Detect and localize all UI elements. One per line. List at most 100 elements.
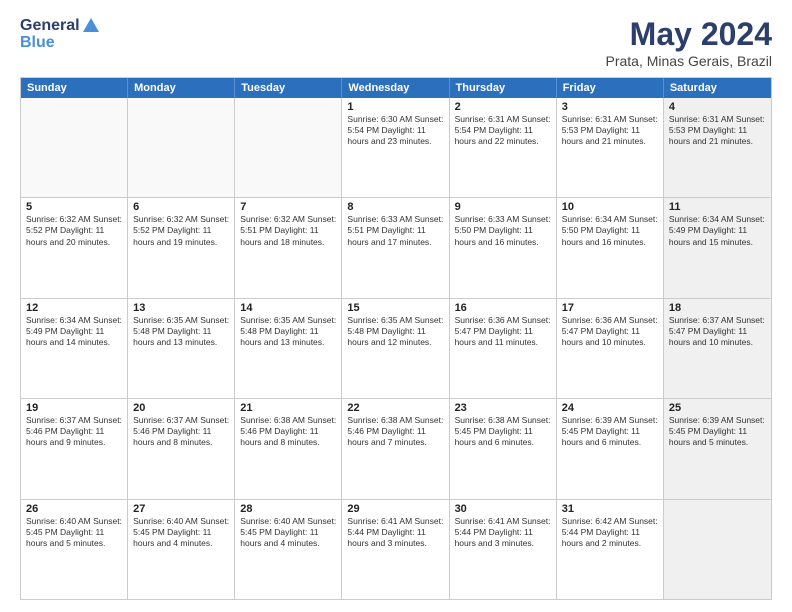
day-number: 7 [240,201,336,213]
day-number: 15 [347,302,443,314]
day-header-friday: Friday [557,78,664,98]
day-info: Sunrise: 6:39 AM Sunset: 5:45 PM Dayligh… [562,415,658,448]
day-info: Sunrise: 6:30 AM Sunset: 5:54 PM Dayligh… [347,114,443,147]
day-cell-5-2: 27Sunrise: 6:40 AM Sunset: 5:45 PM Dayli… [128,500,235,599]
day-cell-3-1: 12Sunrise: 6:34 AM Sunset: 5:49 PM Dayli… [21,299,128,398]
day-cell-2-5: 9Sunrise: 6:33 AM Sunset: 5:50 PM Daylig… [450,198,557,297]
day-cell-2-7: 11Sunrise: 6:34 AM Sunset: 5:49 PM Dayli… [664,198,771,297]
day-number: 22 [347,402,443,414]
week-row-5: 26Sunrise: 6:40 AM Sunset: 5:45 PM Dayli… [21,499,771,599]
day-info: Sunrise: 6:33 AM Sunset: 5:50 PM Dayligh… [455,214,551,247]
day-number: 18 [669,302,766,314]
day-number: 19 [26,402,122,414]
day-cell-5-3: 28Sunrise: 6:40 AM Sunset: 5:45 PM Dayli… [235,500,342,599]
logo: General Blue [20,16,102,52]
day-number: 3 [562,101,658,113]
day-cell-4-6: 24Sunrise: 6:39 AM Sunset: 5:45 PM Dayli… [557,399,664,498]
day-header-thursday: Thursday [450,78,557,98]
day-number: 2 [455,101,551,113]
day-info: Sunrise: 6:35 AM Sunset: 5:48 PM Dayligh… [347,315,443,348]
day-cell-1-6: 3Sunrise: 6:31 AM Sunset: 5:53 PM Daylig… [557,98,664,197]
day-number: 28 [240,503,336,515]
day-number: 14 [240,302,336,314]
day-header-sunday: Sunday [21,78,128,98]
day-info: Sunrise: 6:32 AM Sunset: 5:51 PM Dayligh… [240,214,336,247]
week-row-2: 5Sunrise: 6:32 AM Sunset: 5:52 PM Daylig… [21,197,771,297]
day-info: Sunrise: 6:32 AM Sunset: 5:52 PM Dayligh… [133,214,229,247]
day-cell-2-6: 10Sunrise: 6:34 AM Sunset: 5:50 PM Dayli… [557,198,664,297]
week-row-3: 12Sunrise: 6:34 AM Sunset: 5:49 PM Dayli… [21,298,771,398]
day-number: 5 [26,201,122,213]
day-number: 27 [133,503,229,515]
day-cell-2-1: 5Sunrise: 6:32 AM Sunset: 5:52 PM Daylig… [21,198,128,297]
day-info: Sunrise: 6:38 AM Sunset: 5:46 PM Dayligh… [347,415,443,448]
week-row-1: 1Sunrise: 6:30 AM Sunset: 5:54 PM Daylig… [21,98,771,197]
day-cell-3-2: 13Sunrise: 6:35 AM Sunset: 5:48 PM Dayli… [128,299,235,398]
location: Prata, Minas Gerais, Brazil [606,53,773,69]
day-number: 24 [562,402,658,414]
day-header-tuesday: Tuesday [235,78,342,98]
day-number: 20 [133,402,229,414]
day-info: Sunrise: 6:40 AM Sunset: 5:45 PM Dayligh… [240,516,336,549]
day-info: Sunrise: 6:35 AM Sunset: 5:48 PM Dayligh… [133,315,229,348]
day-info: Sunrise: 6:39 AM Sunset: 5:45 PM Dayligh… [669,415,766,448]
day-info: Sunrise: 6:37 AM Sunset: 5:46 PM Dayligh… [26,415,122,448]
day-cell-5-7 [664,500,771,599]
day-number: 21 [240,402,336,414]
month-title: May 2024 [606,16,773,53]
day-info: Sunrise: 6:41 AM Sunset: 5:44 PM Dayligh… [347,516,443,549]
day-info: Sunrise: 6:33 AM Sunset: 5:51 PM Dayligh… [347,214,443,247]
day-info: Sunrise: 6:41 AM Sunset: 5:44 PM Dayligh… [455,516,551,549]
day-info: Sunrise: 6:32 AM Sunset: 5:52 PM Dayligh… [26,214,122,247]
day-number: 12 [26,302,122,314]
day-cell-4-4: 22Sunrise: 6:38 AM Sunset: 5:46 PM Dayli… [342,399,449,498]
day-cell-3-3: 14Sunrise: 6:35 AM Sunset: 5:48 PM Dayli… [235,299,342,398]
day-cell-5-4: 29Sunrise: 6:41 AM Sunset: 5:44 PM Dayli… [342,500,449,599]
day-info: Sunrise: 6:42 AM Sunset: 5:44 PM Dayligh… [562,516,658,549]
day-cell-1-2 [128,98,235,197]
day-cell-4-2: 20Sunrise: 6:37 AM Sunset: 5:46 PM Dayli… [128,399,235,498]
day-cell-5-6: 31Sunrise: 6:42 AM Sunset: 5:44 PM Dayli… [557,500,664,599]
day-cell-3-4: 15Sunrise: 6:35 AM Sunset: 5:48 PM Dayli… [342,299,449,398]
day-number: 1 [347,101,443,113]
day-info: Sunrise: 6:34 AM Sunset: 5:50 PM Dayligh… [562,214,658,247]
day-info: Sunrise: 6:38 AM Sunset: 5:46 PM Dayligh… [240,415,336,448]
day-cell-4-5: 23Sunrise: 6:38 AM Sunset: 5:45 PM Dayli… [450,399,557,498]
day-info: Sunrise: 6:35 AM Sunset: 5:48 PM Dayligh… [240,315,336,348]
day-cell-3-7: 18Sunrise: 6:37 AM Sunset: 5:47 PM Dayli… [664,299,771,398]
day-info: Sunrise: 6:36 AM Sunset: 5:47 PM Dayligh… [455,315,551,348]
day-number: 8 [347,201,443,213]
day-number: 16 [455,302,551,314]
day-info: Sunrise: 6:40 AM Sunset: 5:45 PM Dayligh… [26,516,122,549]
day-info: Sunrise: 6:38 AM Sunset: 5:45 PM Dayligh… [455,415,551,448]
day-cell-3-6: 17Sunrise: 6:36 AM Sunset: 5:47 PM Dayli… [557,299,664,398]
day-cell-1-3 [235,98,342,197]
logo-general: General [20,17,80,35]
day-cell-1-5: 2Sunrise: 6:31 AM Sunset: 5:54 PM Daylig… [450,98,557,197]
day-info: Sunrise: 6:31 AM Sunset: 5:53 PM Dayligh… [562,114,658,147]
day-info: Sunrise: 6:36 AM Sunset: 5:47 PM Dayligh… [562,315,658,348]
day-cell-1-1 [21,98,128,197]
day-header-wednesday: Wednesday [342,78,449,98]
logo-icon [81,16,101,36]
logo-blue: Blue [20,34,102,52]
day-number: 10 [562,201,658,213]
day-cell-2-2: 6Sunrise: 6:32 AM Sunset: 5:52 PM Daylig… [128,198,235,297]
day-cell-5-5: 30Sunrise: 6:41 AM Sunset: 5:44 PM Dayli… [450,500,557,599]
page: General Blue May 2024 Prata, Minas Gerai… [0,0,792,612]
week-row-4: 19Sunrise: 6:37 AM Sunset: 5:46 PM Dayli… [21,398,771,498]
day-number: 17 [562,302,658,314]
day-info: Sunrise: 6:31 AM Sunset: 5:53 PM Dayligh… [669,114,766,147]
day-cell-2-4: 8Sunrise: 6:33 AM Sunset: 5:51 PM Daylig… [342,198,449,297]
day-number: 26 [26,503,122,515]
day-cell-1-4: 1Sunrise: 6:30 AM Sunset: 5:54 PM Daylig… [342,98,449,197]
day-info: Sunrise: 6:40 AM Sunset: 5:45 PM Dayligh… [133,516,229,549]
day-info: Sunrise: 6:34 AM Sunset: 5:49 PM Dayligh… [26,315,122,348]
day-number: 11 [669,201,766,213]
day-number: 29 [347,503,443,515]
day-info: Sunrise: 6:34 AM Sunset: 5:49 PM Dayligh… [669,214,766,247]
day-cell-5-1: 26Sunrise: 6:40 AM Sunset: 5:45 PM Dayli… [21,500,128,599]
day-number: 13 [133,302,229,314]
day-cell-4-1: 19Sunrise: 6:37 AM Sunset: 5:46 PM Dayli… [21,399,128,498]
day-cell-4-3: 21Sunrise: 6:38 AM Sunset: 5:46 PM Dayli… [235,399,342,498]
